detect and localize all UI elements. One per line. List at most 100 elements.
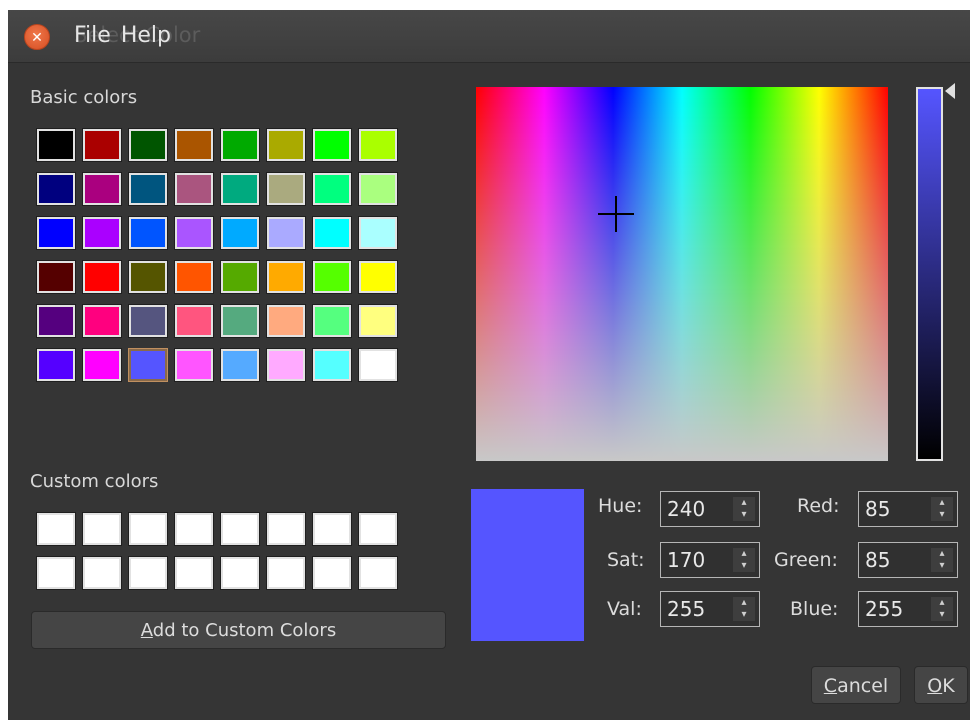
basic-color-swatch[interactable] [174, 260, 214, 294]
red-input[interactable] [859, 492, 933, 526]
custom-color-swatch[interactable] [82, 556, 122, 590]
custom-color-swatch[interactable] [266, 512, 306, 546]
custom-color-swatch[interactable] [82, 512, 122, 546]
basic-color-swatch[interactable] [174, 348, 214, 382]
basic-color-swatch[interactable] [312, 172, 352, 206]
basic-color-swatch[interactable] [36, 172, 76, 206]
basic-color-swatch[interactable] [358, 128, 398, 162]
ok-button[interactable]: OK [914, 666, 968, 704]
custom-color-swatch[interactable] [36, 512, 76, 546]
basic-color-swatch[interactable] [82, 260, 122, 294]
basic-color-swatch[interactable] [358, 216, 398, 250]
basic-color-swatch[interactable] [220, 348, 260, 382]
custom-color-swatch[interactable] [174, 512, 214, 546]
basic-colors-grid [36, 128, 405, 393]
custom-color-swatch[interactable] [174, 556, 214, 590]
green-spin-arrows-icon[interactable]: ▴ ▾ [931, 548, 953, 572]
basic-color-swatch[interactable] [220, 128, 260, 162]
cancel-button[interactable]: Cancel [811, 666, 901, 704]
hue-input[interactable] [661, 492, 735, 526]
crosshair-cursor-icon[interactable] [598, 196, 634, 232]
custom-colors-grid [36, 512, 405, 601]
custom-color-swatch[interactable] [128, 512, 168, 546]
cancel-mnemonic: C [823, 675, 838, 697]
hue-label: Hue: [598, 495, 643, 517]
sat-spin-arrows-icon[interactable]: ▴ ▾ [733, 548, 755, 572]
cancel-label: ancel [837, 675, 889, 697]
basic-color-swatch[interactable] [358, 304, 398, 338]
red-spin-arrows-icon[interactable]: ▴ ▾ [931, 497, 953, 521]
basic-color-swatch[interactable] [266, 216, 306, 250]
custom-color-swatch[interactable] [220, 512, 260, 546]
blue-input[interactable] [859, 592, 933, 626]
basic-color-swatch[interactable] [36, 128, 76, 162]
basic-color-swatch[interactable] [312, 216, 352, 250]
basic-color-swatch[interactable] [82, 216, 122, 250]
basic-color-swatch[interactable] [174, 172, 214, 206]
basic-color-swatch[interactable] [82, 128, 122, 162]
val-input[interactable] [661, 592, 735, 626]
blue-spinbox[interactable]: ▴▾ [858, 591, 958, 627]
hue-saturation-picker[interactable] [476, 87, 888, 461]
basic-color-swatch[interactable] [220, 260, 260, 294]
basic-color-swatch[interactable] [266, 348, 306, 382]
hue-spin-arrows-icon[interactable]: ▴ ▾ [733, 497, 755, 521]
basic-color-swatch[interactable] [358, 348, 398, 382]
basic-color-swatch[interactable] [266, 128, 306, 162]
basic-color-swatch[interactable] [128, 128, 168, 162]
value-slider[interactable] [916, 87, 943, 461]
basic-color-swatch[interactable] [36, 260, 76, 294]
basic-color-swatch[interactable] [358, 172, 398, 206]
custom-color-swatch[interactable] [220, 556, 260, 590]
basic-color-swatch[interactable] [128, 304, 168, 338]
custom-color-swatch[interactable] [312, 556, 352, 590]
basic-color-swatch[interactable] [358, 260, 398, 294]
value-slider-arrow-icon[interactable] [945, 83, 955, 99]
basic-color-swatch[interactable] [174, 128, 214, 162]
basic-color-swatch[interactable] [36, 304, 76, 338]
basic-color-swatch[interactable] [82, 304, 122, 338]
basic-color-swatch[interactable] [266, 260, 306, 294]
custom-color-swatch[interactable] [358, 512, 398, 546]
basic-color-swatch[interactable] [36, 348, 76, 382]
menu-file[interactable]: File [74, 21, 111, 51]
custom-color-swatch[interactable] [358, 556, 398, 590]
custom-color-swatch[interactable] [266, 556, 306, 590]
custom-color-swatch[interactable] [312, 512, 352, 546]
basic-color-swatch[interactable] [312, 304, 352, 338]
basic-color-swatch[interactable] [174, 304, 214, 338]
add-to-custom-colors-button[interactable]: Add to Custom Colors [31, 611, 446, 649]
val-spin-arrows-icon[interactable]: ▴ ▾ [733, 597, 755, 621]
basic-color-swatch[interactable] [128, 260, 168, 294]
basic-color-swatch[interactable] [36, 216, 76, 250]
menu-help[interactable]: Help [121, 21, 171, 51]
basic-colors-label: Basic colors [30, 87, 138, 108]
hue-spinbox[interactable]: ▴▾ [660, 491, 760, 527]
basic-color-swatch[interactable] [82, 348, 122, 382]
basic-color-swatch[interactable] [220, 304, 260, 338]
blue-spin-arrows-icon[interactable]: ▴ ▾ [931, 597, 953, 621]
custom-color-swatch[interactable] [36, 556, 76, 590]
basic-color-swatch[interactable] [312, 260, 352, 294]
basic-color-swatch[interactable] [312, 128, 352, 162]
basic-color-swatch[interactable] [128, 172, 168, 206]
basic-color-swatch[interactable] [174, 216, 214, 250]
basic-color-swatch[interactable] [128, 348, 168, 382]
ok-mnemonic: O [927, 675, 943, 697]
close-icon[interactable]: ✕ [24, 24, 50, 50]
basic-color-swatch[interactable] [312, 348, 352, 382]
basic-color-swatch[interactable] [82, 172, 122, 206]
sat-spinbox[interactable]: ▴▾ [660, 542, 760, 578]
green-input[interactable] [859, 543, 933, 577]
green-spinbox[interactable]: ▴▾ [858, 542, 958, 578]
sat-input[interactable] [661, 543, 735, 577]
basic-color-swatch[interactable] [220, 216, 260, 250]
basic-color-swatch[interactable] [266, 172, 306, 206]
basic-color-swatch[interactable] [266, 304, 306, 338]
basic-color-swatch[interactable] [128, 216, 168, 250]
custom-color-swatch[interactable] [128, 556, 168, 590]
red-spinbox[interactable]: ▴▾ [858, 491, 958, 527]
val-spinbox[interactable]: ▴▾ [660, 591, 760, 627]
green-label: Green: [774, 549, 838, 571]
basic-color-swatch[interactable] [220, 172, 260, 206]
